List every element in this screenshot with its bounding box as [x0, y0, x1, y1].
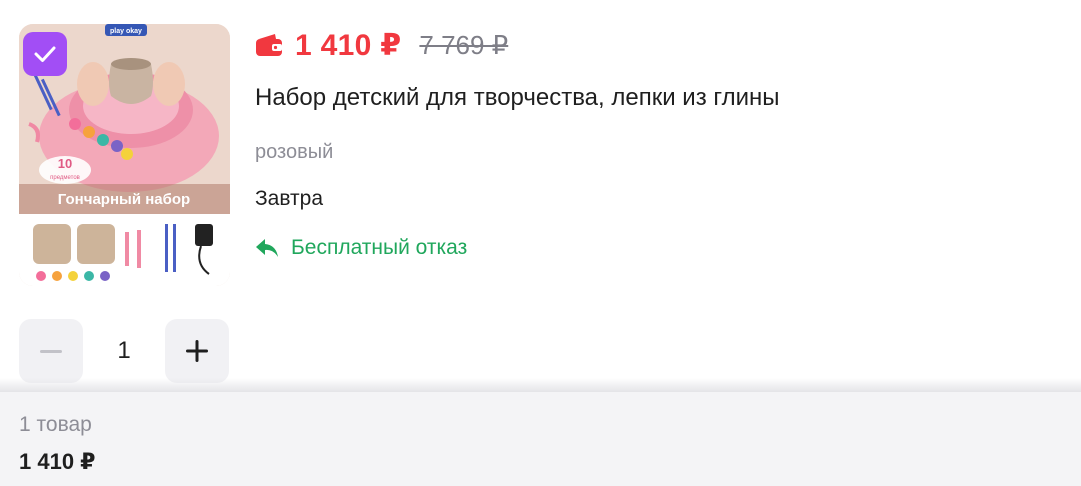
plus-icon [186, 340, 208, 362]
product-variant: розовый [255, 141, 334, 163]
image-count-word: предметов [50, 175, 80, 181]
product-title[interactable]: Набор детский для творчества, лепки из г… [255, 84, 780, 112]
free-return-info[interactable]: Бесплатный отказ [255, 234, 467, 262]
delivery-date: Завтра [255, 187, 324, 210]
increment-button[interactable] [165, 319, 229, 383]
cart-item-card: 10 предметов play okay Гончарный набор 1… [0, 0, 1081, 392]
check-icon [34, 46, 56, 62]
item-count: 1 товар [19, 413, 92, 436]
total-price: 1 410 ₽ [19, 449, 96, 474]
divider-shadow [0, 378, 1081, 392]
return-arrow-icon [256, 239, 278, 257]
price-old: 7 769 ₽ [419, 29, 509, 60]
image-count-number: 10 [58, 156, 72, 171]
free-return-label: Бесплатный отказ [291, 236, 468, 259]
decrement-button[interactable] [19, 319, 83, 383]
quantity-stepper: 1 [19, 319, 229, 383]
quantity-value: 1 [117, 337, 131, 364]
wallet-icon [256, 34, 282, 56]
price-current: 1 410 ₽ [295, 28, 402, 62]
minus-icon [40, 350, 62, 353]
select-checkbox[interactable] [23, 32, 67, 76]
image-caption: Гончарный набор [58, 191, 190, 208]
cart-summary [0, 392, 1081, 486]
price-row: 1 410 ₽ 7 769 ₽ [255, 28, 508, 62]
image-brand-badge: play okay [110, 28, 142, 35]
